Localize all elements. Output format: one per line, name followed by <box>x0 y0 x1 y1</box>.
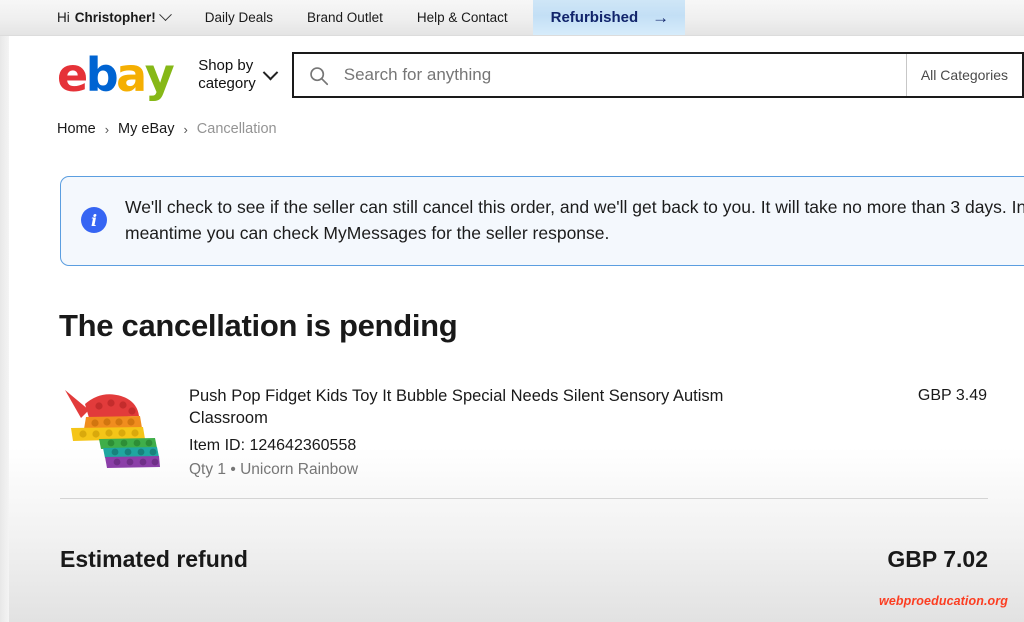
watermark: webproeducation.org <box>879 594 1008 608</box>
shop-by-category-button[interactable]: Shop by category <box>198 57 279 94</box>
breadcrumb: Home › My eBay › Cancellation <box>0 110 1024 142</box>
order-item-row: Push Pop Fidget Kids Toy It Bubble Speci… <box>59 376 987 479</box>
nav-link-help-contact[interactable]: Help & Contact <box>400 0 525 35</box>
ebay-logo[interactable]: ebay <box>57 48 175 102</box>
item-details: Push Pop Fidget Kids Toy It Bubble Speci… <box>189 376 918 479</box>
top-utility-bar: Hi Christopher! Daily Deals Brand Outlet… <box>0 0 1024 36</box>
section-divider <box>60 498 988 499</box>
search-bar: All Categories <box>291 52 1024 98</box>
shop-by-line1: Shop by <box>198 56 254 74</box>
logo-letter-e: e <box>57 48 88 102</box>
estimated-refund-value: GBP 7.02 <box>887 546 988 572</box>
info-banner: i We'll check to see if the seller can s… <box>60 176 1024 266</box>
nav-link-brand-outlet[interactable]: Brand Outlet <box>290 0 400 35</box>
item-title[interactable]: Push Pop Fidget Kids Toy It Bubble Speci… <box>189 386 734 430</box>
search-field-container[interactable] <box>294 54 906 96</box>
info-icon: i <box>81 207 107 233</box>
estimated-refund-row: Estimated refund GBP 7.02 <box>60 546 988 573</box>
breadcrumb-item-cancellation: Cancellation <box>196 121 277 137</box>
chevron-down-icon <box>158 8 172 22</box>
item-id: Item ID: 124642360558 <box>189 436 357 454</box>
page-left-gutter <box>0 36 9 622</box>
logo-letter-a: a <box>116 48 147 102</box>
nav-link-daily-deals[interactable]: Daily Deals <box>188 0 290 35</box>
item-variant: Qty 1 • Unicorn Rainbow <box>189 460 359 478</box>
shop-by-line2: category <box>198 75 256 92</box>
chevron-down-icon <box>262 64 279 80</box>
page-viewport: Hi Christopher! Daily Deals Brand Outlet… <box>0 0 1024 622</box>
shop-by-category-label: Shop by category <box>198 57 256 94</box>
breadcrumb-separator: › <box>104 121 110 137</box>
category-select[interactable]: All Categories <box>905 54 1022 96</box>
logo-letter-b: b <box>85 48 119 102</box>
page-title: The cancellation is pending <box>59 308 458 343</box>
info-banner-text: We'll check to see if the seller can sti… <box>125 197 1024 243</box>
item-thumbnail[interactable] <box>59 376 171 476</box>
greeting-prefix: Hi <box>57 10 70 25</box>
user-greeting-menu[interactable]: Hi Christopher! <box>57 0 188 35</box>
greeting-username: Christopher! <box>74 10 156 25</box>
logo-letter-y: y <box>144 48 175 102</box>
search-icon <box>309 66 328 85</box>
push-pop-unicorn-image <box>65 390 160 468</box>
top-nav-links: Daily Deals Brand Outlet Help & Contact … <box>188 0 686 35</box>
breadcrumb-separator: › <box>183 121 188 137</box>
site-header: ebay Shop bycategory All Categories <box>0 36 1024 110</box>
breadcrumb-item-home[interactable]: Home <box>57 121 96 137</box>
search-input[interactable] <box>341 64 892 86</box>
estimated-refund-label: Estimated refund <box>60 546 248 572</box>
nav-link-refurbished[interactable]: Refurbished → <box>532 0 686 35</box>
breadcrumb-item-my-ebay[interactable]: My eBay <box>118 121 174 137</box>
nav-link-refurbished-label: Refurbished <box>550 9 639 26</box>
arrow-right-icon: → <box>652 8 670 27</box>
category-select-value: All Categories <box>920 67 1008 83</box>
item-price: GBP 3.49 <box>917 387 987 404</box>
